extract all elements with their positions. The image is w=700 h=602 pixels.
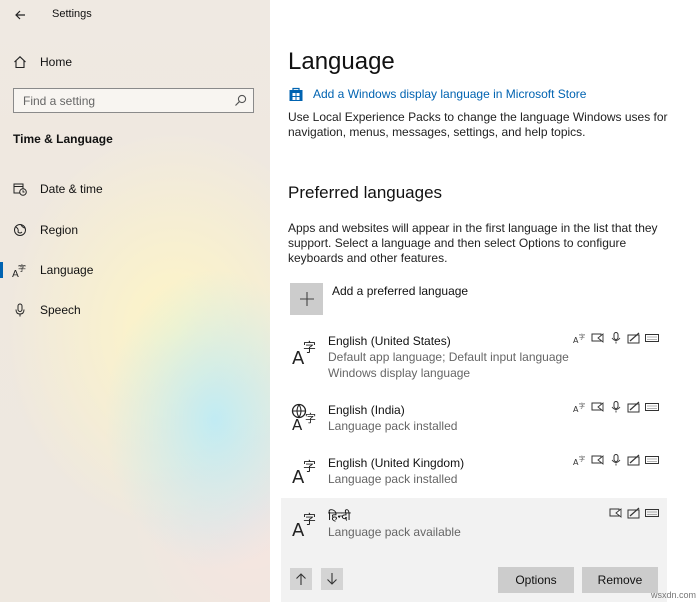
search-input[interactable]: Find a setting <box>13 88 254 113</box>
back-arrow-icon <box>15 10 25 20</box>
handwriting-icon <box>627 454 640 466</box>
svg-text:字: 字 <box>579 455 585 463</box>
sidebar-item-label: Language <box>40 263 94 277</box>
active-indicator <box>0 262 3 278</box>
language-globe-icon: A 字 <box>291 403 316 431</box>
move-up-button[interactable] <box>290 568 312 590</box>
search-icon[interactable] <box>234 94 247 107</box>
feature-icons: A字 <box>573 454 659 466</box>
sidebar-item-label: Region <box>40 223 79 237</box>
display-language-icon: A字 <box>573 402 585 413</box>
svg-text:字: 字 <box>303 513 316 528</box>
arrow-down-icon <box>327 573 337 585</box>
keyboard-icon <box>645 334 659 342</box>
sidebar-item-speech[interactable]: Speech <box>0 295 270 325</box>
search-placeholder: Find a setting <box>23 94 96 108</box>
sidebar-item-language[interactable]: A 字 Language <box>0 255 270 285</box>
home-icon <box>12 54 28 70</box>
sidebar-item-home[interactable]: Home <box>0 47 270 77</box>
language-icon: A 字 <box>292 460 316 485</box>
app-title: Settings <box>52 8 92 20</box>
page-title: Language <box>288 48 395 75</box>
language-description: Use Local Experience Packs to change the… <box>288 110 668 139</box>
svg-text:字: 字 <box>303 460 316 475</box>
keyboard-icon <box>645 509 659 517</box>
svg-text:字: 字 <box>579 402 585 410</box>
language-name: English (India) <box>328 403 405 417</box>
store-link-label[interactable]: Add a Windows display language in Micros… <box>313 87 586 101</box>
speech-recognition-icon <box>611 401 621 413</box>
globe-icon <box>12 222 28 238</box>
add-language-button[interactable]: Add a preferred language <box>290 283 468 315</box>
language-name: English (United States) <box>328 334 451 348</box>
section-title: Time & Language <box>13 132 113 146</box>
move-down-button[interactable] <box>321 568 343 590</box>
text-to-speech-icon <box>591 333 604 343</box>
text-to-speech-icon <box>591 455 604 465</box>
preferred-languages-title: Preferred languages <box>288 183 443 202</box>
speech-recognition-icon <box>611 454 621 466</box>
keyboard-icon <box>645 456 659 464</box>
speech-recognition-icon <box>611 332 621 344</box>
sidebar-item-label: Speech <box>40 303 81 317</box>
watermark: wsxdn.com <box>650 590 696 600</box>
display-language-icon: A字 <box>573 455 585 466</box>
feature-icons <box>609 507 659 519</box>
language-icon: A 字 <box>12 262 28 278</box>
remove-button[interactable]: Remove <box>582 567 658 593</box>
text-to-speech-icon <box>609 508 622 518</box>
language-icon: A 字 <box>292 341 316 366</box>
language-item-en-us[interactable]: A 字 English (United States) Default app … <box>281 328 667 384</box>
language-name: हिन्दी <box>328 509 351 523</box>
language-item-en-in[interactable]: A 字 English (India) Language pack instal… <box>281 396 667 440</box>
handwriting-icon <box>627 332 640 344</box>
sidebar-item-label: Date & time <box>40 182 103 196</box>
main-content: Language Add a Windows display language … <box>270 0 700 602</box>
language-status: Language pack installed <box>328 472 458 486</box>
language-item-hindi[interactable]: A 字 हिन्दी Language pack available Optio… <box>281 498 667 602</box>
add-box[interactable] <box>290 283 323 315</box>
sidebar: Settings Home Find a setting Time & Lang… <box>0 0 270 602</box>
title-bar: Settings <box>0 0 270 30</box>
store-bag-icon <box>289 87 303 101</box>
plus-icon <box>299 292 314 306</box>
store-link[interactable]: Add a Windows display language in Micros… <box>288 86 586 102</box>
feature-icons: A字 <box>573 401 659 413</box>
keyboard-icon <box>645 403 659 411</box>
feature-icons: A字 <box>573 332 659 344</box>
sidebar-item-region[interactable]: Region <box>0 215 270 245</box>
arrow-up-icon <box>296 573 306 585</box>
language-item-en-gb[interactable]: A 字 English (United Kingdom) Language pa… <box>281 449 667 493</box>
language-status: Language pack installed <box>328 419 458 433</box>
sidebar-item-label: Home <box>40 55 73 69</box>
handwriting-icon <box>627 401 640 413</box>
back-button[interactable] <box>8 4 32 26</box>
microphone-icon <box>12 302 28 318</box>
language-icon: A 字 <box>292 513 316 538</box>
svg-text:A: A <box>292 416 303 431</box>
handwriting-icon <box>627 507 640 519</box>
options-button[interactable]: Options <box>498 567 574 593</box>
preferred-languages-description: Apps and websites will appear in the fir… <box>288 221 658 265</box>
svg-text:字: 字 <box>18 263 26 273</box>
language-status-secondary: Windows display language <box>328 366 471 380</box>
sidebar-item-date-time[interactable]: Date & time <box>0 174 270 204</box>
svg-text:字: 字 <box>579 333 585 341</box>
text-to-speech-icon <box>591 402 604 412</box>
svg-text:字: 字 <box>305 411 316 425</box>
add-language-label: Add a preferred language <box>332 284 469 298</box>
language-name: English (United Kingdom) <box>328 456 465 470</box>
svg-text:字: 字 <box>303 341 316 356</box>
language-status: Default app language; Default input lang… <box>328 350 569 364</box>
calendar-clock-icon <box>12 181 28 197</box>
display-language-icon: A字 <box>573 333 585 344</box>
language-status: Language pack available <box>328 525 461 539</box>
